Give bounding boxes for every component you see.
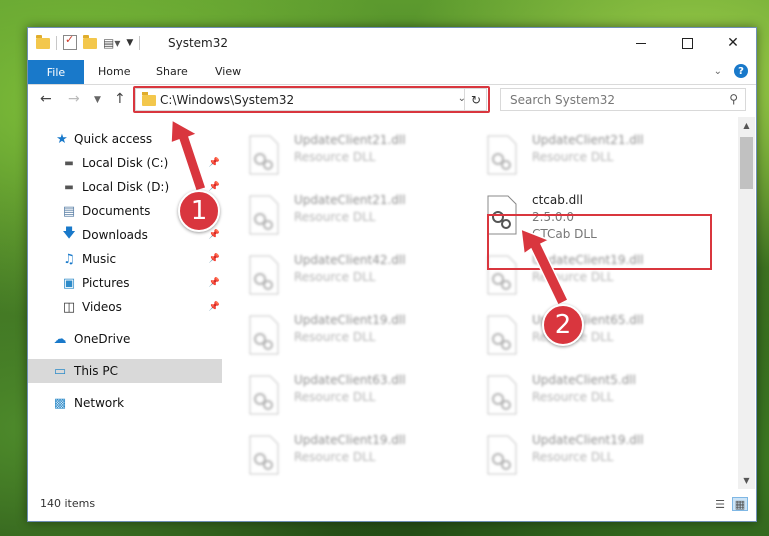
callout-number-1: 1: [178, 190, 220, 232]
arrow-to-address-bar: [170, 118, 207, 192]
callout-arrows: [170, 118, 569, 307]
callout-number-2: 2: [542, 304, 584, 346]
arrow-to-ctcab-file: [520, 227, 569, 307]
